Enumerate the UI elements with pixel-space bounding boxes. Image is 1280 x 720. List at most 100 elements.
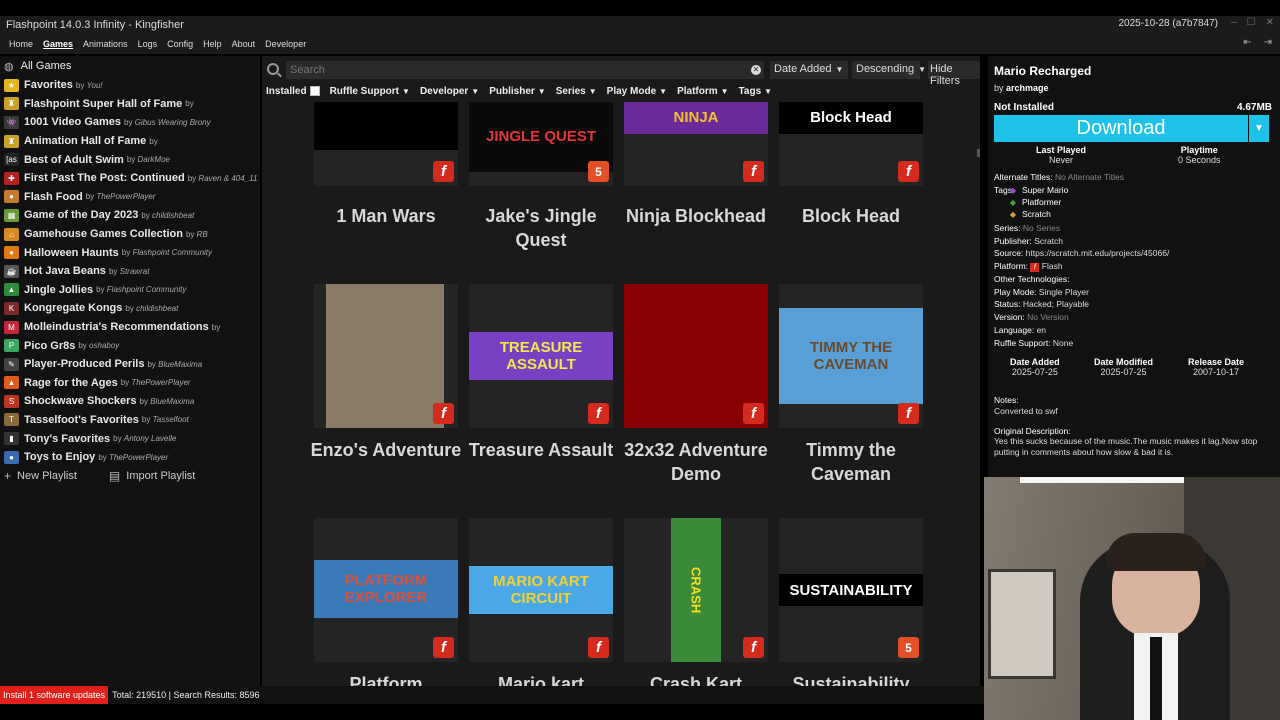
filter-dropdown[interactable]: Publisher ▼ [489,86,546,97]
right-sidebar-toggle-icon[interactable]: ⇥ [1264,37,1272,48]
cover-art-text: TREASURE ASSAULT [499,339,583,373]
field-value[interactable]: https://scratch.mit.edu/projects/45066/ [1026,248,1170,258]
filter-dropdown[interactable]: Play Mode ▼ [607,86,667,97]
hide-filters-button[interactable]: Hide Filters [928,61,980,87]
installed-checkbox[interactable] [309,86,320,96]
filter-dropdown[interactable]: Platform ▼ [677,86,728,97]
playlist-item[interactable]: ▲ Rage for the Ages by ThePowerPlayer [0,374,260,393]
game-title[interactable]: Crash Kart [614,672,778,686]
field-value[interactable]: Scratch [1034,236,1063,246]
playlist-item[interactable]: ☕ Hot Java Beans by Strawrat [0,262,260,281]
game-thumbnail[interactable]: f [314,102,458,186]
playlist-item[interactable]: ⌂ Gamehouse Games Collection by RB [0,225,260,244]
menu-config[interactable]: Config [162,39,198,49]
playlist-item[interactable]: ▲ Jingle Jollies by Flashpoint Community [0,281,260,300]
playlist-item[interactable]: ♜ Animation Hall of Fame by [0,132,260,151]
game-title[interactable]: Ninja Blockhead [614,204,778,228]
game-thumbnail[interactable]: NINJA f [624,102,768,186]
field-value[interactable]: Flash [1042,261,1063,271]
game-title[interactable]: Block Head [769,204,933,228]
left-sidebar-toggle-icon[interactable]: ⇤ [1243,37,1251,48]
playlist-item[interactable]: ▦ Game of the Day 2023 by childishbeat [0,206,260,225]
playlist-name: Kongregate Kongs [24,302,123,315]
filter-dropdown[interactable]: Series ▼ [556,86,597,97]
import-playlist-button[interactable]: ▤ Import Playlist [109,469,195,483]
playlist-item[interactable]: 👾 1001 Video Games by Gibus Wearing Brony [0,113,260,132]
playlist-item[interactable]: M Molleindustria's Recommendations by [0,318,260,337]
menu-games[interactable]: Games [38,39,78,49]
playlist-item[interactable]: P Pico Gr8s by oshaboy [0,336,260,355]
menu-animations[interactable]: Animations [78,39,133,49]
game-thumbnail[interactable]: JINGLE QUEST 5 [469,102,613,186]
playlist-item[interactable]: ★ Favorites by You! [0,76,260,95]
new-playlist-button[interactable]: + New Playlist [4,469,77,483]
field-value[interactable]: Single Player [1039,287,1089,297]
field-value[interactable]: Hacked; Playable [1023,299,1089,309]
clear-search-icon[interactable]: ✕ [751,65,761,75]
playlist-author: by Flashpoint Community [122,248,212,257]
playlist-item[interactable]: ● Toys to Enjoy by ThePowerPlayer [0,448,260,467]
playlist-item[interactable]: ▮ Tony's Favorites by Antony Lavelle [0,429,260,448]
playlist-actions: + New Playlist ▤ Import Playlist [0,466,260,486]
minimize-icon[interactable]: – [1231,17,1237,28]
game-thumbnail[interactable]: f [624,284,768,428]
game-title[interactable]: Sustainability [769,672,933,686]
menu-help[interactable]: Help [198,39,227,49]
playlist-item[interactable]: K Kongregate Kongs by childishbeat [0,299,260,318]
game-title[interactable]: Mario kart [459,672,623,686]
filter-dropdowns: Ruffle Support ▼ Developer ▼ Publisher ▼ Serie… [330,86,783,97]
game-title[interactable]: Enzo's Adventure [304,438,468,462]
game-title[interactable]: Jake's Jingle Quest [459,204,623,252]
edit-icon: ✎ [4,357,19,371]
game-thumbnail[interactable]: SUSTAINABILITY 5 [779,518,923,662]
maximize-icon[interactable]: ☐ [1247,17,1256,28]
filter-dropdown[interactable]: Ruffle Support ▼ [330,86,410,97]
playlist-item[interactable]: ✚ First Past The Post: Continued by Raven … [0,169,260,188]
game-thumbnail[interactable]: PLATFORM EXPLORER f [314,518,458,662]
menu-about[interactable]: About [227,39,261,49]
menu-developer[interactable]: Developer [260,39,311,49]
field-value[interactable]: en [1037,325,1046,335]
download-button[interactable]: Download [994,115,1248,142]
game-thumbnail[interactable]: MARIO KART CIRCUIT f [469,518,613,662]
all-games-item[interactable]: ◍ All Games [0,56,260,76]
playlist-item[interactable]: [as Best of Adult Swim by DarkMoe [0,150,260,169]
game-title[interactable]: Timmy the Caveman [769,438,933,486]
game-thumbnail[interactable]: TREASURE ASSAULT f [469,284,613,428]
install-updates-button[interactable]: Install 1 software updates [0,686,109,704]
search-input[interactable] [286,61,764,79]
game-title[interactable]: 1 Man Wars [304,204,468,228]
filter-dropdown[interactable]: Tags ▼ [739,86,773,97]
author-name[interactable]: archmage [1006,83,1049,93]
field-label: Language: [994,325,1035,335]
order-select[interactable]: Descending ▼ [852,61,926,79]
playlist-item[interactable]: ✎ Player-Produced Perils by BlueMaxima [0,355,260,374]
game-title[interactable]: Platform [304,672,468,686]
close-icon[interactable]: ✕ [1266,17,1274,28]
playlist-item[interactable]: S Shockwave Shockers by BlueMaxima [0,392,260,411]
playlist-item[interactable]: ● Halloween Haunts by Flashpoint Community [0,243,260,262]
game-thumbnail[interactable]: f [314,284,458,428]
tag-platformer[interactable]: ◆ Platformer [1008,197,1061,207]
download-options-button[interactable]: ▼ [1249,115,1269,142]
tag-scratch[interactable]: ◆ Scratch [1008,209,1051,219]
game-title[interactable]: 32x32 Adventure Demo [614,438,778,486]
playlist-item[interactable]: ♜ Flashpoint Super Hall of Fame by [0,95,260,114]
fire-icon: ▲ [4,376,19,390]
playlist-item[interactable]: T Tasselfoot's Favorites by Tasselfoot [0,411,260,430]
filter-dropdown[interactable]: Developer ▼ [420,86,479,97]
grid-scrollbar[interactable] [977,149,980,157]
menu-logs[interactable]: Logs [133,39,163,49]
game-thumbnail[interactable]: CRASH f [624,518,768,662]
installed-filter[interactable]: Installed [266,86,320,97]
sort-by-select[interactable]: Date Added ▼ [770,61,848,79]
filter-label: Developer [419,85,469,97]
author-name: Flashpoint Community [132,248,213,258]
tag-super-mario[interactable]: ◆ Super Mario [1008,185,1068,195]
last-played-value: Never [1049,155,1074,165]
game-thumbnail[interactable]: TIMMY THE CAVEMAN f [779,284,923,428]
game-thumbnail[interactable]: Block Head f [779,102,923,186]
menu-home[interactable]: Home [4,39,38,49]
playlist-item[interactable]: ● Flash Food by ThePowerPlayer [0,188,260,207]
game-title[interactable]: Treasure Assault [459,438,623,462]
